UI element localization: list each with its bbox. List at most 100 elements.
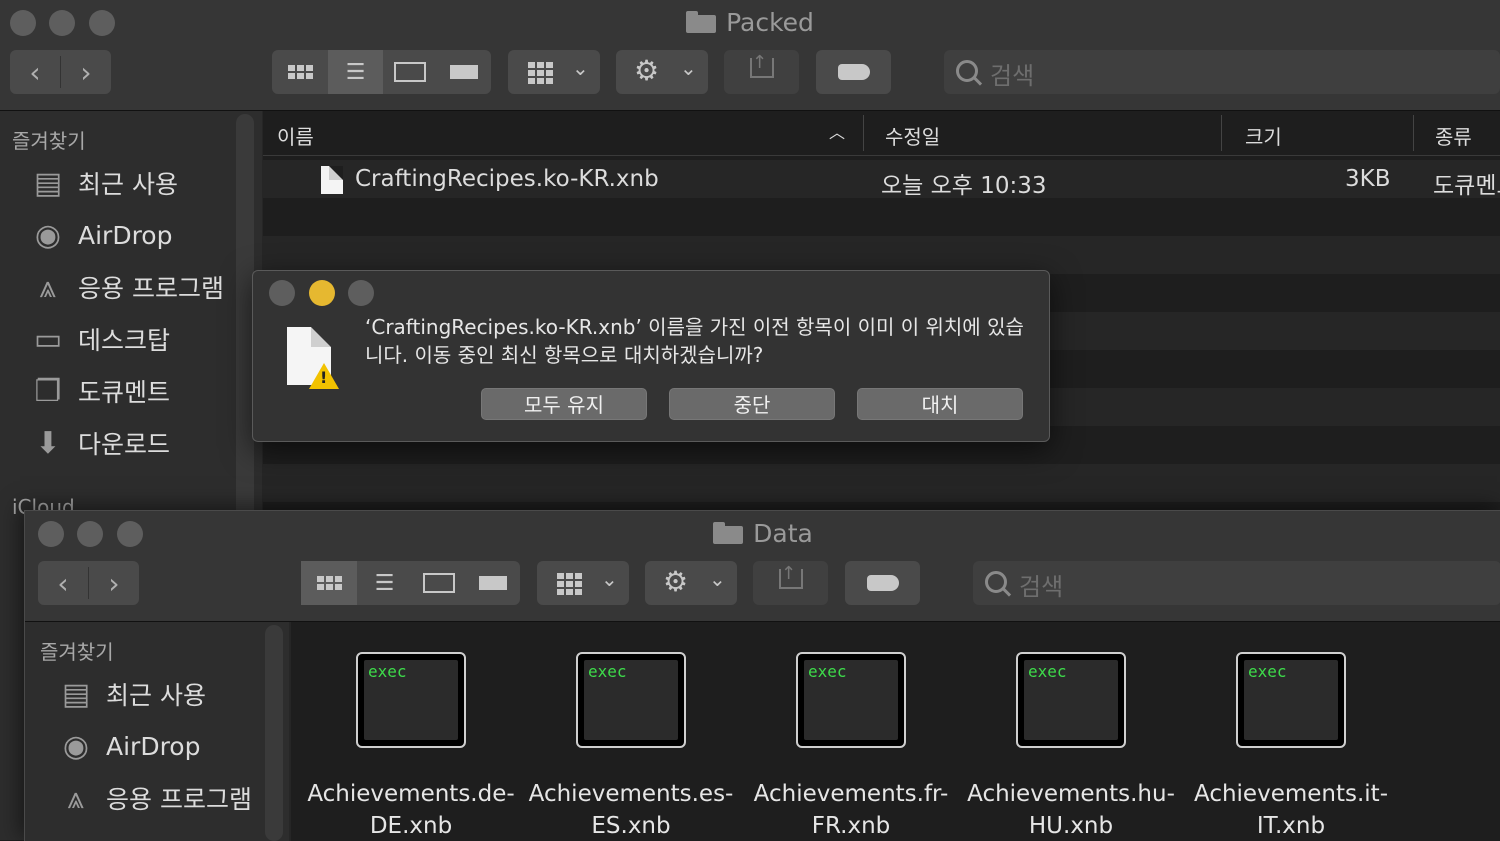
sidebar-item-applications[interactable]: ⩓ 응용 프로그램 <box>58 780 252 816</box>
file-tile[interactable]: exec Achievements.it- IT.xnb <box>1181 652 1401 841</box>
chevron-down-icon: ⌄ <box>680 56 697 80</box>
icon-view-button[interactable] <box>272 50 328 94</box>
gallery-view-button[interactable] <box>466 561 520 605</box>
column-view-button[interactable] <box>383 50 437 94</box>
close-button[interactable] <box>269 280 295 306</box>
group-button[interactable]: ⌄ <box>537 561 629 605</box>
file-tile[interactable]: exec Achievements.es- ES.xnb <box>521 652 741 841</box>
finder-window-data: Data ‹ › ☰ ⌄ ⚙ ⌄ ↑ 검색 즐겨찾기 ▤ 최근 사용 ◉ Air… <box>24 510 1500 841</box>
forward-button[interactable]: › <box>89 561 139 605</box>
gallery-icon <box>479 576 507 590</box>
replace-dialog: ‘CraftingRecipes.ko-KR.xnb’ 이름을 가진 이전 항목… <box>252 270 1050 442</box>
tag-icon <box>838 64 870 80</box>
file-name: Achievements.es- ES.xnb <box>528 781 734 839</box>
folder-icon <box>686 11 717 33</box>
sidebar-header-favorites: 즐겨찾기 <box>12 129 86 153</box>
search-input[interactable]: 검색 <box>973 561 1500 605</box>
file-size: 3KB <box>1345 166 1391 192</box>
warning-icon <box>309 363 339 389</box>
airdrop-icon: ◉ <box>34 217 62 253</box>
view-mode-control: ☰ <box>301 561 520 605</box>
sidebar-item-recents[interactable]: ▤ 최근 사용 <box>58 676 206 712</box>
group-icon <box>528 62 553 84</box>
list-view-button[interactable]: ☰ <box>328 50 383 94</box>
applications-icon: ⩓ <box>67 780 85 816</box>
icon-view-button[interactable] <box>301 561 357 605</box>
columns-icon <box>394 62 426 82</box>
file-tile[interactable]: exec Achievements.de- DE.xnb <box>301 652 521 841</box>
list-view-button[interactable]: ☰ <box>357 561 412 605</box>
recents-icon: ▤ <box>61 676 91 712</box>
list-icon: ☰ <box>374 570 395 596</box>
file-tile[interactable]: exec Achievements.fr- FR.xnb <box>741 652 961 841</box>
executable-icon: exec <box>576 652 686 748</box>
executable-icon: exec <box>1236 652 1346 748</box>
chevron-down-icon: ⌄ <box>601 567 618 591</box>
minimize-button[interactable] <box>309 280 335 306</box>
window-title: Data <box>25 519 1500 548</box>
sidebar-item-airdrop[interactable]: ◉ AirDrop <box>58 728 201 764</box>
keep-both-button[interactable]: 모두 유지 <box>481 388 647 420</box>
columns-icon <box>423 573 455 593</box>
tag-button[interactable] <box>845 561 920 605</box>
sidebar-item-applications[interactable]: ⩓ 응용 프로그램 <box>30 269 224 305</box>
sidebar-item-airdrop[interactable]: ◉ AirDrop <box>30 217 173 253</box>
tag-button[interactable] <box>816 50 891 94</box>
back-forward-control: ‹ › <box>10 50 111 94</box>
column-kind-header[interactable]: 종류 <box>1435 121 1472 150</box>
desktop-icon: ▭ <box>33 321 63 357</box>
executable-icon: exec <box>796 652 906 748</box>
titlebar: Packed ‹ › ☰ ⌄ ⚙ ⌄ ↑ 검색 <box>0 0 1500 111</box>
action-button[interactable]: ⚙ ⌄ <box>645 561 737 605</box>
column-view-button[interactable] <box>412 561 466 605</box>
icon-grid: exec Achievements.de- DE.xnb exec Achieve… <box>291 622 1500 841</box>
back-button[interactable]: ‹ <box>10 50 60 94</box>
file-name: Achievements.fr- FR.xnb <box>753 781 949 839</box>
stop-button[interactable]: 중단 <box>669 388 835 420</box>
sidebar-item-downloads[interactable]: ⬇ 다운로드 <box>30 425 170 461</box>
sidebar-item-recents[interactable]: ▤ 최근 사용 <box>30 165 178 201</box>
document-icon <box>321 166 343 194</box>
action-button[interactable]: ⚙ ⌄ <box>616 50 708 94</box>
sidebar-item-desktop[interactable]: ▭ 데스크탑 <box>30 321 170 357</box>
titlebar: Data ‹ › ☰ ⌄ ⚙ ⌄ ↑ 검색 <box>25 511 1500 622</box>
gear-icon: ⚙ <box>663 565 689 598</box>
back-forward-control: ‹ › <box>38 561 139 605</box>
group-icon <box>557 573 582 595</box>
group-button[interactable]: ⌄ <box>508 50 600 94</box>
search-input[interactable]: 검색 <box>944 50 1500 94</box>
chevron-down-icon: ⌄ <box>709 567 726 591</box>
view-mode-control: ☰ <box>272 50 491 94</box>
folder-icon <box>713 522 744 544</box>
share-button[interactable]: ↑ <box>724 50 799 94</box>
sidebar-item-documents[interactable]: ❐ 도큐멘트 <box>30 373 170 409</box>
grid-icon <box>287 65 313 79</box>
empty-row <box>263 236 1500 274</box>
file-tile[interactable]: exec Achievements.hu- HU.xnb <box>961 652 1181 841</box>
gear-icon: ⚙ <box>634 54 660 87</box>
executable-icon: exec <box>356 652 466 748</box>
applications-icon: ⩓ <box>39 269 57 305</box>
gallery-view-button[interactable] <box>437 50 491 94</box>
file-name: Achievements.it- IT.xnb <box>1193 781 1388 839</box>
share-button[interactable]: ↑ <box>753 561 828 605</box>
forward-button[interactable]: › <box>61 50 111 94</box>
airdrop-icon: ◉ <box>62 728 90 764</box>
gallery-icon <box>450 65 478 79</box>
recents-icon: ▤ <box>33 165 63 201</box>
sidebar-header-favorites: 즐겨찾기 <box>40 640 114 664</box>
column-header: 이름 ︿ 수정일 크기 종류 <box>263 111 1500 156</box>
column-name-header[interactable]: 이름 <box>277 121 314 150</box>
column-modified-header[interactable]: 수정일 <box>885 121 940 150</box>
replace-button[interactable]: 대치 <box>857 388 1023 420</box>
zoom-button[interactable] <box>348 280 374 306</box>
search-icon <box>956 60 978 82</box>
column-size-header[interactable]: 크기 <box>1245 121 1282 150</box>
tag-icon <box>867 575 899 591</box>
table-row[interactable]: CraftingRecipes.ko-KR.xnb 오늘 오후 10:33 3K… <box>263 160 1500 199</box>
chevron-down-icon: ⌄ <box>572 56 589 80</box>
downloads-icon: ⬇ <box>35 425 61 461</box>
grid-icon <box>316 576 342 590</box>
back-button[interactable]: ‹ <box>38 561 88 605</box>
sidebar-scrollbar[interactable] <box>265 625 283 841</box>
